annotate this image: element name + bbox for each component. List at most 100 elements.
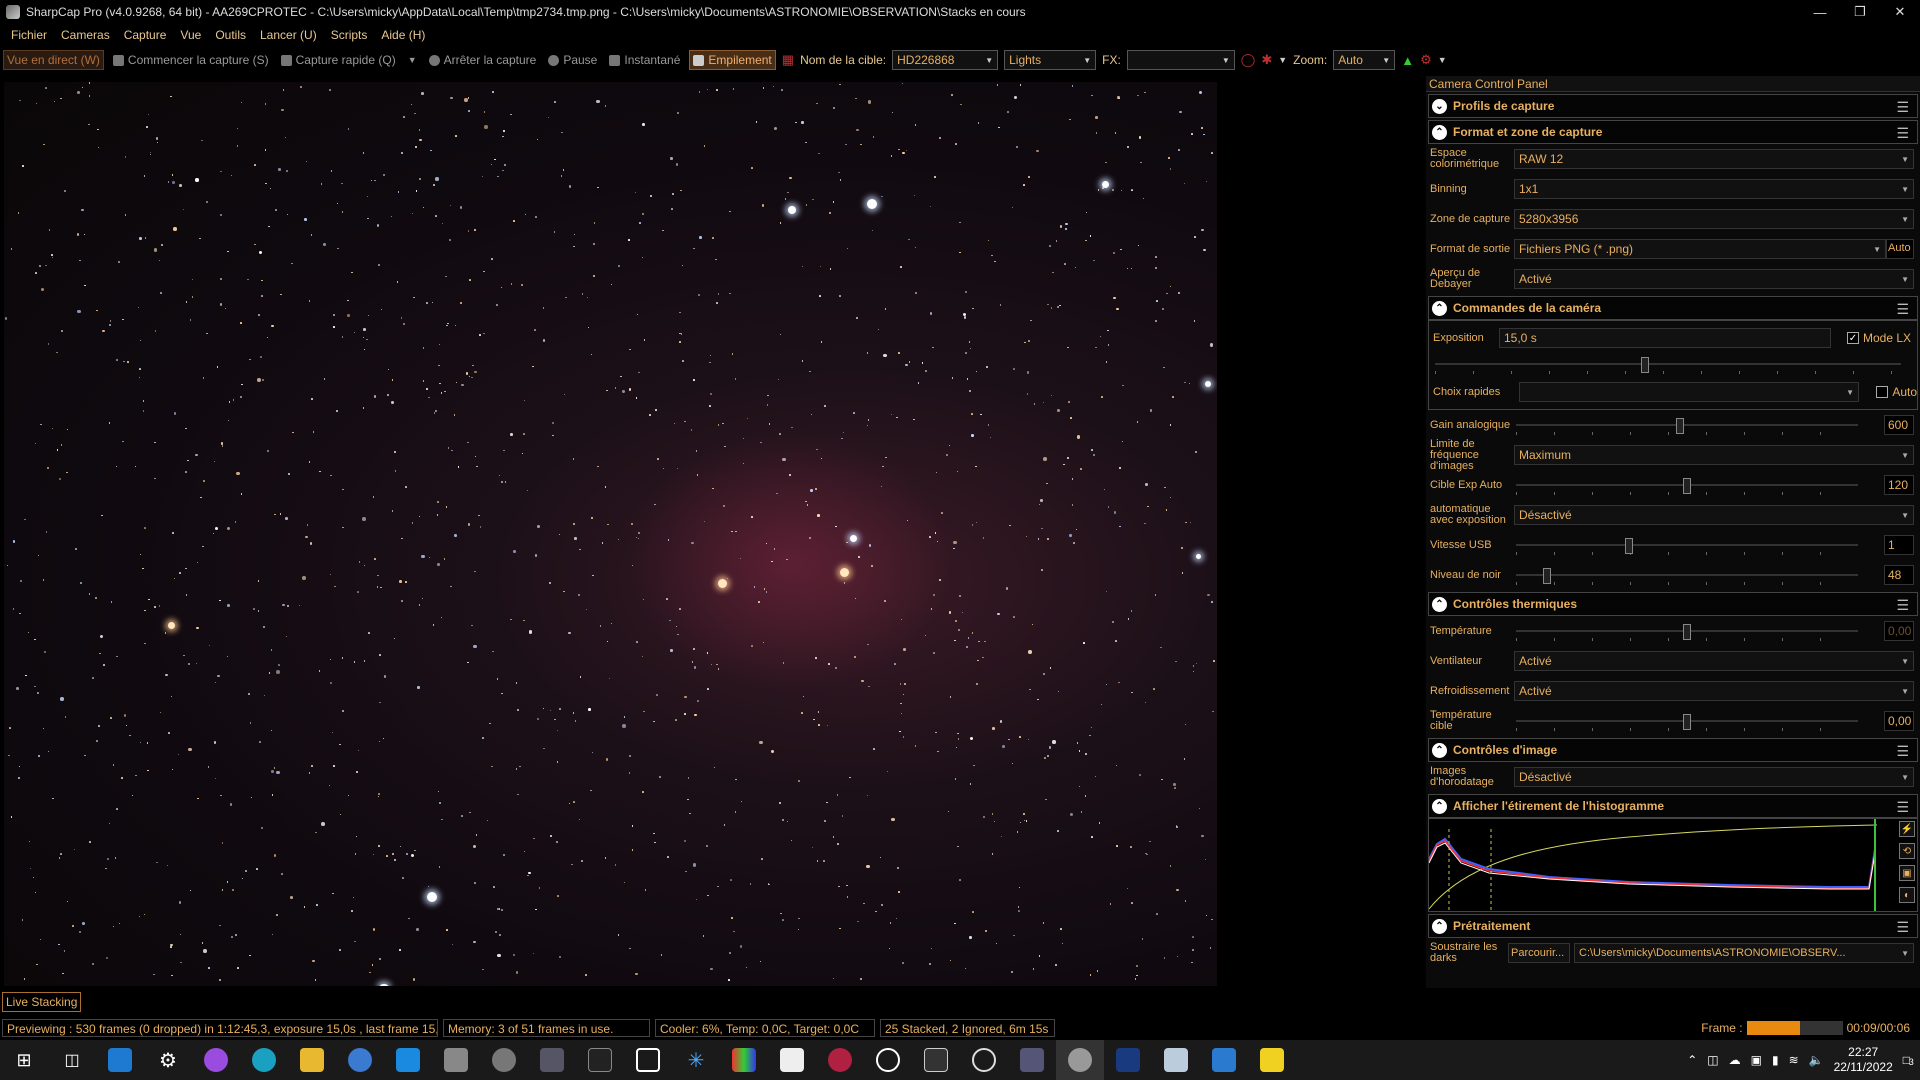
cloud-icon[interactable]: ☁	[1729, 1053, 1741, 1067]
app-26[interactable]	[1200, 1040, 1248, 1080]
app-8[interactable]	[336, 1040, 384, 1080]
zone-select[interactable]: 5280x3956 ▼	[1514, 209, 1914, 229]
hamburger-icon[interactable]: ☰	[1896, 743, 1909, 760]
black-slider-thumb[interactable]	[1542, 568, 1551, 584]
snapshot-button[interactable]: Instantané	[606, 50, 683, 70]
chevron-down-icon[interactable]: ▼	[408, 55, 417, 65]
start-capture-button[interactable]: Commencer la capture (S)	[110, 50, 272, 70]
live-stacking-tab[interactable]: Live Stacking	[2, 992, 82, 1012]
autoexp-select[interactable]: Désactivé ▼	[1514, 505, 1914, 525]
chevron-down-icon[interactable]: ⌄	[1432, 98, 1447, 114]
section-format[interactable]: ⌃ Format et zone de capture ☰	[1428, 120, 1918, 144]
section-thermal[interactable]: ⌃ Contrôles thermiques ☰	[1428, 592, 1918, 616]
exposure-slider-thumb[interactable]	[1640, 357, 1649, 373]
histogram-contrast-icon[interactable]: ◐	[1899, 887, 1915, 903]
section-preprocess[interactable]: ⌃ Prétraitement ☰	[1428, 914, 1918, 938]
section-profiles[interactable]: ⌄ Profils de capture ☰	[1428, 94, 1918, 118]
close-icon[interactable]: ✕	[1880, 0, 1920, 24]
chevron-up-icon[interactable]: ⌃	[1432, 300, 1447, 316]
usb-input[interactable]: 1	[1884, 535, 1914, 555]
gain-input[interactable]: 600	[1884, 415, 1914, 435]
app-22[interactable]	[1008, 1040, 1056, 1080]
usb-slider[interactable]	[1516, 538, 1858, 555]
app-14[interactable]	[624, 1040, 672, 1080]
menu-outils[interactable]: Outils	[208, 28, 253, 42]
hamburger-icon[interactable]: ☰	[1896, 125, 1909, 142]
gain-slider[interactable]	[1516, 418, 1858, 435]
zoom-combo[interactable]: Auto ▼	[1333, 50, 1396, 70]
app-21[interactable]	[960, 1040, 1008, 1080]
pause-button[interactable]: Pause	[545, 50, 600, 70]
hamburger-icon[interactable]: ☰	[1896, 99, 1909, 116]
menu-lancer[interactable]: Lancer (U)	[253, 28, 324, 42]
live-view-button[interactable]: Vue en direct (W)	[3, 50, 104, 70]
exposure-slider[interactable]	[1435, 357, 1901, 374]
image-viewer[interactable]	[0, 76, 1424, 988]
black-input[interactable]: 48	[1884, 565, 1914, 585]
sharpcap-app[interactable]	[1056, 1040, 1104, 1080]
stop-capture-button[interactable]: Arrêter la capture	[426, 50, 540, 70]
darks-browse-button[interactable]: Parcourir...	[1508, 943, 1570, 963]
darks-path-select[interactable]: C:\Users\micky\Documents\ASTRONOMIE\OBSE…	[1574, 943, 1914, 963]
app-15[interactable]: ✳	[672, 1040, 720, 1080]
app-11[interactable]	[480, 1040, 528, 1080]
notifications-icon[interactable]: □ 3	[1903, 1053, 1914, 1067]
target-temp-slider[interactable]	[1516, 714, 1858, 731]
chevron-down-icon[interactable]: ▼	[1278, 55, 1287, 65]
app-13[interactable]	[576, 1040, 624, 1080]
quick-capture-button[interactable]: Capture rapide (Q) ▼	[278, 50, 420, 70]
minimize-icon[interactable]: —	[1800, 0, 1840, 24]
lx-mode-checkbox[interactable]: ✓	[1846, 332, 1859, 344]
edge-app[interactable]	[240, 1040, 288, 1080]
task-view-button[interactable]: ◫	[48, 1040, 96, 1080]
chevron-up-icon[interactable]: ⌃	[1687, 1053, 1697, 1067]
chevron-up-icon[interactable]: ⌃	[1432, 798, 1447, 814]
autoexp-slider-thumb[interactable]	[1683, 478, 1691, 494]
exposure-input[interactable]: 15,0 s	[1499, 328, 1831, 348]
section-image[interactable]: ⌃ Contrôles d'image ☰	[1428, 738, 1918, 762]
target-temp-input[interactable]: 0,00	[1884, 711, 1914, 731]
usb-slider-thumb[interactable]	[1624, 538, 1633, 554]
network-icon[interactable]: ◫	[1707, 1053, 1718, 1067]
app-16[interactable]	[720, 1040, 768, 1080]
maximize-icon[interactable]: ❐	[1840, 0, 1880, 24]
histogram-save-icon[interactable]: ▣	[1899, 865, 1915, 881]
crosshair-icon[interactable]: ✱	[1261, 52, 1272, 68]
autoexp-target-slider[interactable]	[1516, 478, 1858, 495]
chevron-up-icon[interactable]: ⌃	[1432, 918, 1447, 934]
gain-slider-thumb[interactable]	[1676, 418, 1685, 434]
menu-capture[interactable]: Capture	[117, 28, 174, 42]
live-image[interactable]	[4, 82, 1217, 986]
chevron-up-icon[interactable]: ⌃	[1432, 742, 1447, 758]
menu-cameras[interactable]: Cameras	[54, 28, 117, 42]
wifi-icon[interactable]: ≋	[1789, 1053, 1799, 1067]
menu-scripts[interactable]: Scripts	[324, 28, 375, 42]
chevron-down-icon[interactable]: ▼	[1438, 55, 1447, 65]
binning-select[interactable]: 1x1 ▼	[1514, 179, 1914, 199]
autoexp-target-input[interactable]: 120	[1884, 475, 1914, 495]
app-27[interactable]	[1248, 1040, 1296, 1080]
app-18[interactable]	[816, 1040, 864, 1080]
settings-gear-icon[interactable]: ⚙	[1420, 52, 1432, 68]
stacking-button[interactable]: Empilement	[689, 50, 776, 70]
app-24[interactable]	[1104, 1040, 1152, 1080]
debayer-select[interactable]: Activé ▼	[1514, 269, 1914, 289]
section-histogram[interactable]: ⌃ Afficher l'étirement de l'histogramme …	[1428, 794, 1918, 818]
output-select[interactable]: Fichiers PNG (* .png) ▼	[1514, 239, 1886, 259]
hamburger-icon[interactable]: ☰	[1896, 301, 1909, 318]
chevron-up-icon[interactable]: ⌃	[1432, 596, 1447, 612]
settings-app[interactable]: ⚙	[144, 1040, 192, 1080]
auto-checkbox[interactable]	[1876, 386, 1889, 398]
app-19[interactable]	[864, 1040, 912, 1080]
frame-type-combo[interactable]: Lights ▼	[1004, 50, 1097, 70]
fan-select[interactable]: Activé ▼	[1514, 651, 1914, 671]
output-auto-button[interactable]: Auto	[1886, 239, 1914, 259]
hamburger-icon[interactable]: ☰	[1896, 919, 1909, 936]
mail-app[interactable]	[96, 1040, 144, 1080]
app-25[interactable]	[1152, 1040, 1200, 1080]
section-camera[interactable]: ⌃ Commandes de la caméra ☰	[1428, 296, 1918, 320]
target-name-combo[interactable]: HD226868 ▼	[892, 50, 999, 70]
framerate-select[interactable]: Maximum ▼	[1514, 445, 1914, 465]
quick-select[interactable]: ▼	[1519, 382, 1859, 402]
menu-vue[interactable]: Vue	[173, 28, 208, 42]
